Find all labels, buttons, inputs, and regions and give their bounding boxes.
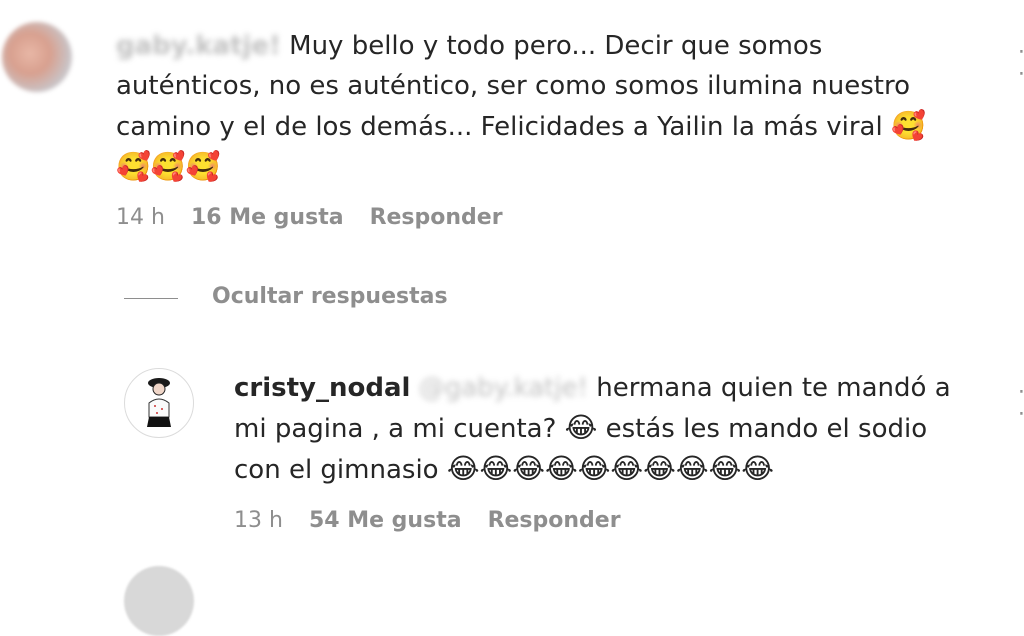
comment-text-line: hermana quien te mandó a	[596, 373, 951, 403]
more-options-icon[interactable]: ⋅ ⋅	[1018, 42, 1024, 86]
likes-count[interactable]: 16 Me gusta	[191, 205, 344, 230]
comment-text-line: con el gimnasio	[234, 455, 439, 485]
reply-button[interactable]: Responder	[370, 205, 503, 230]
avatar-icon	[147, 378, 171, 427]
more-options-icon[interactable]: ⋅ ⋅	[1018, 382, 1024, 426]
comment-text-line: camino y el de los demás... Felicidades …	[116, 112, 883, 142]
comment-text-line: Muy bello y todo pero... Decir que somos	[289, 31, 823, 61]
comment-username[interactable]: cristy_nodal	[234, 373, 410, 403]
comment-body: gaby.katje! Muy bello y todo pero... Dec…	[116, 26, 976, 188]
comment-meta: 14 h 16 Me gusta Responder	[116, 205, 503, 230]
comment-meta: 13 h 54 Me gusta Responder	[234, 508, 621, 533]
avatar[interactable]	[124, 368, 194, 438]
smiling-hearts-emoji-icon: 🥰	[890, 109, 926, 142]
laughing-emoji-icon: 😂😂😂😂😂😂😂😂😂😂	[446, 452, 775, 485]
mention-link[interactable]: @gaby.katje!	[419, 368, 588, 408]
smiling-hearts-emoji-icon: 🥰🥰🥰	[116, 150, 221, 183]
hide-replies-button[interactable]: Ocultar respuestas	[212, 284, 448, 309]
comment-timestamp[interactable]: 13 h	[234, 508, 283, 533]
replies-divider	[124, 298, 178, 299]
likes-count[interactable]: 54 Me gusta	[309, 508, 462, 533]
comment-username[interactable]: gaby.katje!	[116, 26, 281, 66]
comment-timestamp[interactable]: 14 h	[116, 205, 165, 230]
comment-body: cristy_nodal @gaby.katje! hermana quien …	[234, 368, 994, 490]
laughing-emoji-icon: 😂	[564, 411, 598, 444]
avatar[interactable]	[124, 566, 194, 636]
comment-text-line: estás les mando el sodio	[605, 414, 928, 444]
comment-text-line: mi pagina , a mi cuenta?	[234, 414, 557, 444]
avatar[interactable]	[2, 22, 72, 92]
reply-button[interactable]: Responder	[488, 508, 621, 533]
comment-text-line: auténticos, no es auténtico, ser como so…	[116, 71, 911, 101]
